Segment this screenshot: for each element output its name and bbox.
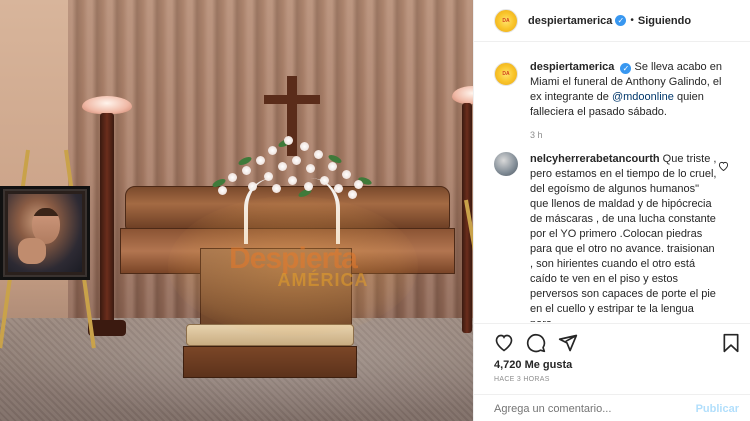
flower	[268, 146, 277, 155]
caption-mention-link[interactable]: @mdoonline	[612, 91, 674, 103]
flower	[314, 150, 323, 159]
leaf	[237, 155, 253, 167]
flower	[342, 170, 351, 179]
comment-username[interactable]: nelcyherrerabetancourth	[530, 153, 660, 165]
avatar-label: DA	[502, 71, 510, 77]
heart-icon[interactable]	[494, 333, 514, 353]
caption-avatar[interactable]: DA	[494, 62, 518, 86]
crucifix-crossbar	[264, 95, 320, 104]
flower	[292, 156, 301, 165]
flower	[300, 142, 309, 151]
flower	[306, 164, 315, 173]
flower	[348, 190, 357, 199]
flower	[242, 166, 251, 175]
post-photo[interactable]: Despierta AMÉRICA	[0, 0, 473, 421]
verified-badge-icon: ✓	[620, 63, 632, 74]
account-avatar[interactable]: DA	[494, 8, 518, 33]
flower	[354, 180, 363, 189]
portrait-photo	[8, 194, 82, 272]
kneeler-base	[183, 346, 357, 378]
flower	[278, 162, 287, 171]
comment-icon[interactable]	[526, 333, 546, 353]
flower	[256, 156, 265, 165]
share-icon[interactable]	[558, 333, 578, 353]
header-username[interactable]: despiertamerica	[528, 15, 612, 27]
watermark-line2: AMÉRICA	[277, 269, 369, 290]
header-separator: •	[630, 15, 634, 26]
post-caption: DA despiertamerica ✓ Se lleva acabo en M…	[494, 60, 734, 143]
comment-like-icon[interactable]	[718, 161, 729, 171]
comment-text: nelcyherrerabetancourth Que triste , per…	[530, 152, 718, 322]
flower	[218, 186, 227, 195]
comment-item: nelcyherrerabetancourth Que triste , per…	[494, 152, 734, 322]
flower	[284, 136, 293, 145]
add-comment-bar: Publicar	[474, 394, 750, 421]
flower	[328, 162, 337, 171]
post-timestamp[interactable]: HACE 3 HORAS	[494, 376, 550, 383]
caption-text: despiertamerica ✓ Se lleva acabo en Miam…	[530, 60, 726, 143]
likes-count[interactable]: 4,720 Me gusta	[494, 359, 572, 371]
portrait-hands	[18, 238, 46, 264]
commenter-avatar[interactable]	[494, 152, 518, 176]
comment-input[interactable]	[494, 401, 684, 417]
left-lamp-pole	[100, 113, 114, 323]
flower	[228, 173, 237, 182]
following-button[interactable]: Siguiendo	[638, 15, 691, 27]
action-bar	[474, 323, 750, 359]
memorial-portrait	[0, 186, 90, 280]
image-watermark: Despierta AMÉRICA	[168, 196, 418, 336]
verified-badge-icon: ✓	[615, 15, 627, 26]
post-header: DA despiertamerica ✓ • Siguiendo	[474, 0, 750, 42]
comment-body: Que triste , pero estamos en el tiempo d…	[530, 153, 717, 322]
caption-time[interactable]: 3 h	[530, 128, 726, 143]
caption-username[interactable]: despiertamerica	[530, 61, 614, 73]
left-lamp-shade	[82, 96, 132, 114]
post-side-panel: DA despiertamerica ✓ • Siguiendo DA desp…	[473, 0, 750, 421]
bookmark-icon[interactable]	[721, 333, 741, 353]
post-comment-button[interactable]: Publicar	[696, 403, 739, 415]
avatar-label: DA	[502, 17, 510, 24]
